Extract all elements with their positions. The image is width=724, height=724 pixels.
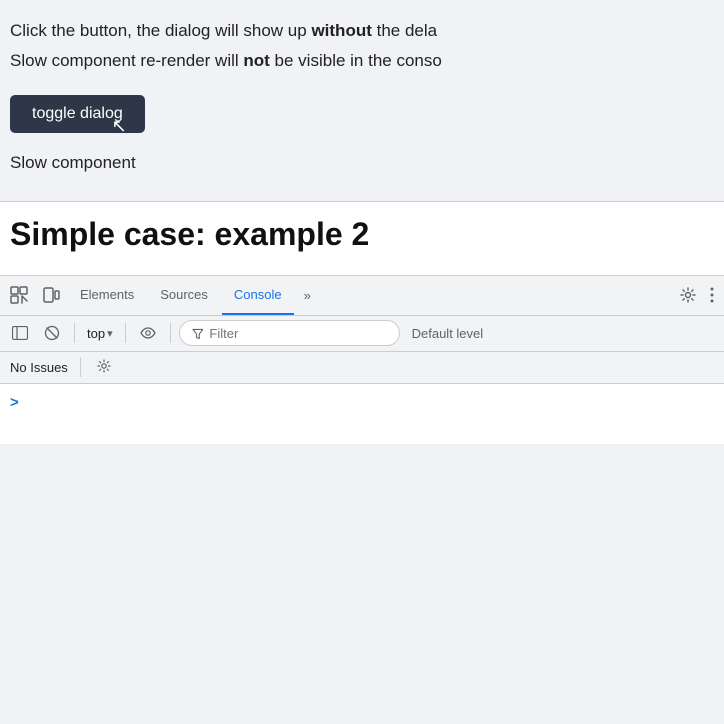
- device-toolbar-icon: [42, 286, 60, 304]
- more-tabs-button[interactable]: »: [296, 284, 319, 307]
- clear-console-button[interactable]: [38, 321, 66, 345]
- inspect-element-icon: [10, 286, 28, 304]
- toggle-dialog-button[interactable]: toggle dialog ↖: [10, 95, 145, 133]
- example2-heading: Simple case: example 2: [10, 216, 714, 253]
- line2-bold: not: [243, 51, 269, 70]
- sidebar-toggle-button[interactable]: [6, 322, 34, 344]
- toolbar-divider2: [125, 323, 126, 343]
- more-options-button[interactable]: [704, 283, 720, 307]
- example2-section: Simple case: example 2: [0, 202, 724, 275]
- issues-gear-icon: [97, 359, 111, 373]
- toolbar-divider1: [74, 323, 75, 343]
- no-issues-label: No Issues: [10, 360, 68, 375]
- devtools-console-area[interactable]: >: [0, 384, 724, 444]
- tab-elements[interactable]: Elements: [68, 275, 146, 315]
- chevron-down-icon: ▾: [107, 327, 113, 340]
- devtools-issues-row: No Issues: [0, 352, 724, 384]
- console-prompt: >: [10, 392, 714, 411]
- description-line2: Slow component re-render will not be vis…: [10, 48, 710, 74]
- content-area: Click the button, the dialog will show u…: [0, 0, 724, 201]
- line1-bold: without: [311, 21, 371, 40]
- settings-icon: [680, 287, 696, 303]
- devtools-panel: Elements Sources Console »: [0, 275, 724, 444]
- filter-input-wrapper: [179, 320, 400, 346]
- eye-icon: [140, 327, 156, 339]
- line2-suffix: be visible in the conso: [270, 51, 442, 70]
- more-options-icon: [710, 287, 714, 303]
- sidebar-icon: [12, 326, 28, 340]
- clear-console-icon: [44, 325, 60, 341]
- console-chevron-icon: >: [10, 394, 19, 411]
- filter-input[interactable]: [209, 326, 386, 341]
- tab-sources[interactable]: Sources: [148, 275, 220, 315]
- devtools-toolbar-row: top ▾ Default level: [0, 316, 724, 352]
- default-level-label: Default level: [412, 326, 484, 341]
- device-toolbar-button[interactable]: [36, 282, 66, 308]
- issues-divider: [80, 357, 81, 377]
- filter-icon: [192, 327, 204, 340]
- devtools-tabs-row: Elements Sources Console »: [0, 276, 724, 316]
- line1-suffix: the dela: [372, 21, 437, 40]
- issues-settings-button[interactable]: [93, 357, 115, 378]
- settings-button[interactable]: [674, 283, 702, 307]
- tab-console[interactable]: Console: [222, 275, 294, 315]
- slow-component-label: Slow component: [10, 153, 710, 173]
- inspect-element-button[interactable]: [4, 282, 34, 308]
- line1-prefix: Click the button, the dialog will show u…: [10, 21, 311, 40]
- toolbar-divider3: [170, 323, 171, 343]
- top-context-dropdown[interactable]: top ▾: [83, 324, 117, 343]
- line2-prefix: Slow component re-render will: [10, 51, 243, 70]
- devtools-right-icons: [674, 283, 720, 307]
- live-expressions-button[interactable]: [134, 323, 162, 343]
- description-line1: Click the button, the dialog will show u…: [10, 18, 710, 44]
